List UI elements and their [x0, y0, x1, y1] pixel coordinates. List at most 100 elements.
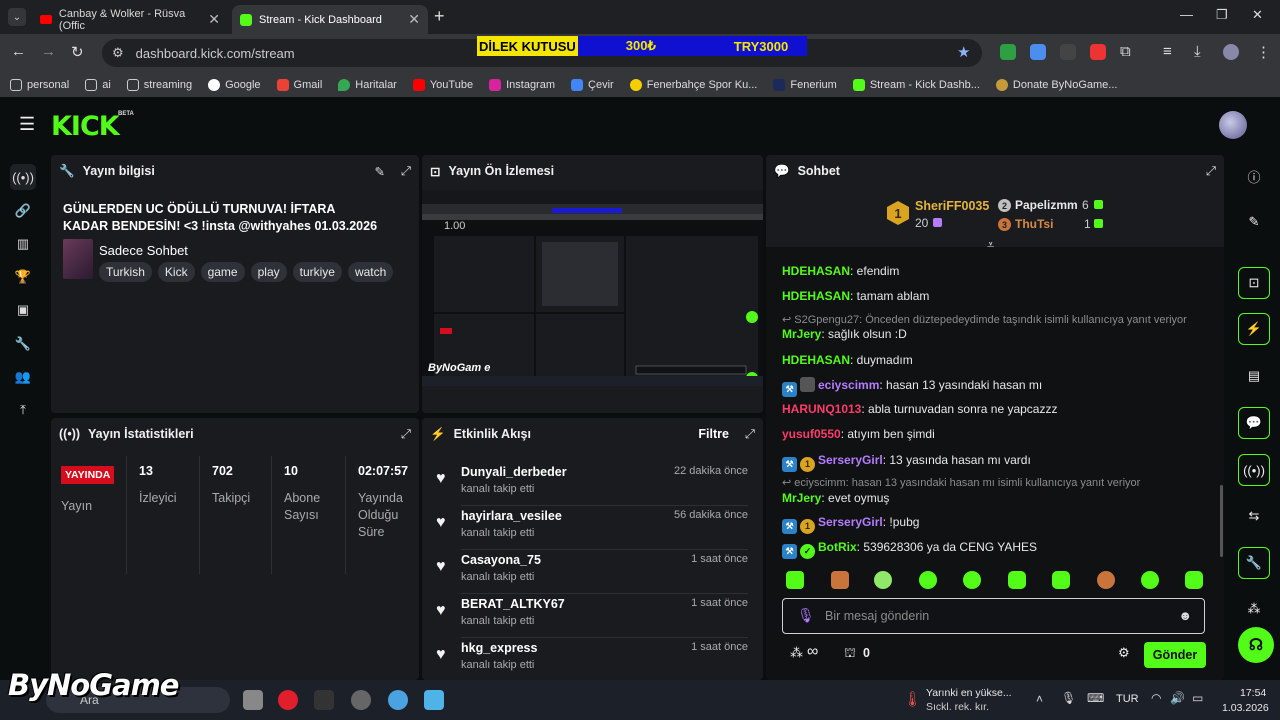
follower-name[interactable]: hayirlara_vesilee [461, 509, 562, 523]
tag[interactable]: play [250, 262, 287, 282]
hamburger-menu-icon[interactable]: ☰ [19, 114, 35, 135]
weather-line-2[interactable]: Sıckl. rek. kır. [926, 701, 989, 713]
kick-logo[interactable]: KICK [51, 111, 120, 142]
task-view-icon[interactable] [243, 690, 263, 710]
video-icon[interactable]: ▣ [10, 297, 36, 323]
chrome-icon[interactable] [388, 690, 408, 710]
gift-box-icon[interactable]: ⛫ [844, 645, 856, 663]
preview-toggle-icon[interactable]: ⊡ [1238, 267, 1270, 299]
leader-name[interactable]: ThuTsi [1015, 217, 1053, 231]
chat-settings-gear-icon[interactable]: ⚙ [1118, 645, 1130, 661]
close-tab-icon[interactable]: ✕ [208, 11, 220, 28]
bookmark-fenerium[interactable]: Fenerium [773, 78, 837, 91]
wrench-icon[interactable]: 🔧 [10, 331, 36, 357]
trophy-icon[interactable]: 🏆 [10, 264, 36, 290]
emoji-picker-icon[interactable]: ☻ [1178, 608, 1192, 623]
bookmark-youtube[interactable]: YouTube [412, 78, 473, 91]
chat-scrollbar[interactable] [1220, 485, 1223, 557]
broadcast-toggle-icon[interactable]: ((•)) [1238, 454, 1270, 486]
download-icon[interactable]: ⤓ [1194, 43, 1201, 60]
site-info-icon[interactable]: ⚙ [112, 45, 124, 61]
notes-icon[interactable]: ▤ [1238, 360, 1270, 392]
chat-username[interactable]: SerseryGirl [818, 515, 883, 529]
bookmark-fenerbahce[interactable]: Fenerbahçe Spor Ku... [629, 78, 757, 91]
extensions-puzzle-icon[interactable]: ⧉ [1120, 43, 1131, 60]
upload-icon[interactable]: ⤒ [10, 397, 36, 423]
browser-menu-icon[interactable]: ⋮ [1256, 43, 1271, 61]
notepad-icon[interactable] [424, 690, 444, 710]
wrench-toggle-icon[interactable]: 🔧 [1238, 547, 1270, 579]
bookmark-google[interactable]: Google [208, 78, 261, 91]
emote-icon[interactable] [1185, 571, 1203, 589]
chat-username[interactable]: MrJery [782, 327, 821, 341]
extension-icon[interactable] [1060, 44, 1076, 60]
edit-pencil-icon[interactable]: ✎ [1238, 206, 1270, 238]
opera-icon[interactable] [278, 690, 298, 710]
chat-input[interactable]: 🎙 Bir mesaj gönderin ☻ [782, 598, 1205, 634]
popout-icon[interactable]: ⤢ [401, 164, 411, 179]
chat-username[interactable]: HDEHASAN [782, 289, 850, 303]
tag[interactable]: Turkish [99, 262, 152, 282]
stream-preview-video[interactable]: 1.00 ByNoGam e [422, 190, 763, 386]
app-icon[interactable] [314, 690, 334, 710]
emote-icon[interactable] [786, 571, 804, 589]
close-window-icon[interactable]: ✕ [1252, 7, 1263, 23]
profile-avatar[interactable] [1223, 44, 1239, 60]
reload-icon[interactable]: ↻ [71, 43, 84, 61]
shield-extension-icon[interactable] [1000, 44, 1016, 60]
kicks-icon[interactable]: ⁂ [790, 645, 803, 661]
tag[interactable]: watch [347, 262, 394, 282]
support-headset-icon[interactable]: ☊ [1238, 627, 1274, 663]
bookmark-gmail[interactable]: Gmail [276, 78, 322, 91]
new-tab-button[interactable]: + [434, 6, 445, 27]
minimize-icon[interactable]: — [1180, 7, 1193, 22]
clock-time[interactable]: 17:54 [1240, 687, 1266, 699]
camera-switch-icon[interactable]: ⇆ [1238, 500, 1270, 532]
input-language[interactable]: TUR [1116, 693, 1139, 705]
emote-icon[interactable] [963, 571, 981, 589]
chat-username[interactable]: eciyscimm [818, 378, 879, 392]
follower-name[interactable]: BERAT_ALTKY67 [461, 597, 565, 611]
bookmark-star-icon[interactable]: ★ [957, 43, 970, 61]
follower-name[interactable]: Casayona_75 [461, 553, 541, 567]
forward-icon[interactable]: → [41, 43, 56, 60]
community-icon[interactable]: 👥 [10, 364, 36, 390]
chat-username[interactable]: MrJery [782, 491, 821, 505]
close-tab-icon[interactable]: ✕ [408, 11, 420, 28]
analytics-icon[interactable]: ▥ [10, 231, 36, 257]
lightning-toggle-icon[interactable]: ⚡ [1238, 313, 1270, 345]
bookmark-kick-dashboard[interactable]: Stream - Kick Dashb... [852, 78, 980, 91]
bookmark-personal[interactable]: personal [10, 78, 69, 91]
emote-icon[interactable] [1008, 571, 1026, 589]
tag[interactable]: game [200, 262, 245, 282]
tab-youtube[interactable]: Canbay & Wolker - Rüsva (Offic ✕ [32, 5, 228, 34]
translate-extension-icon[interactable] [1030, 44, 1046, 60]
leader-name[interactable]: Papelizmm [1015, 198, 1078, 212]
bookmark-translate[interactable]: Çevir [571, 78, 614, 91]
bookmark-maps[interactable]: Haritalar [338, 78, 397, 91]
send-button[interactable]: Gönder [1144, 642, 1206, 668]
tray-expand-icon[interactable]: ˄ [1036, 692, 1043, 706]
expand-leaderboard-icon[interactable]: ⩡ [987, 237, 994, 253]
leader-name[interactable]: SheriFF0035 [915, 199, 989, 213]
bookmark-donate[interactable]: Donate ByNoGame... [995, 78, 1117, 91]
stream-broadcast-icon[interactable]: ((•)) [10, 164, 36, 190]
edit-pencil-icon[interactable]: ✎ [375, 164, 385, 179]
tab-kick-dashboard[interactable]: Stream - Kick Dashboard ✕ [232, 5, 428, 34]
chat-username[interactable]: HARUNQ1013 [782, 402, 861, 416]
emote-icon[interactable] [1052, 571, 1070, 589]
microphone-icon[interactable]: 🎙 [797, 607, 815, 624]
chat-username[interactable]: BotRix [818, 540, 857, 554]
tab-search-button[interactable]: ⌄ [8, 8, 26, 26]
bookmark-ai[interactable]: ai [85, 78, 111, 91]
follower-name[interactable]: hkg_express [461, 641, 537, 655]
emote-icon[interactable] [831, 571, 849, 589]
reading-list-icon[interactable]: ≡ [1163, 43, 1172, 60]
clock-date[interactable]: 1.03.2026 [1222, 702, 1269, 714]
keyboard-icon[interactable]: ⌨ [1087, 691, 1104, 705]
chat-toggle-icon[interactable]: 💬 [1238, 407, 1270, 439]
follower-name[interactable]: Dunyali_derbeder [461, 465, 567, 479]
bookmark-streaming[interactable]: streaming [126, 78, 192, 91]
weather-line-1[interactable]: Yarınki en yükse... [926, 687, 1012, 699]
emote-icon[interactable] [919, 571, 937, 589]
